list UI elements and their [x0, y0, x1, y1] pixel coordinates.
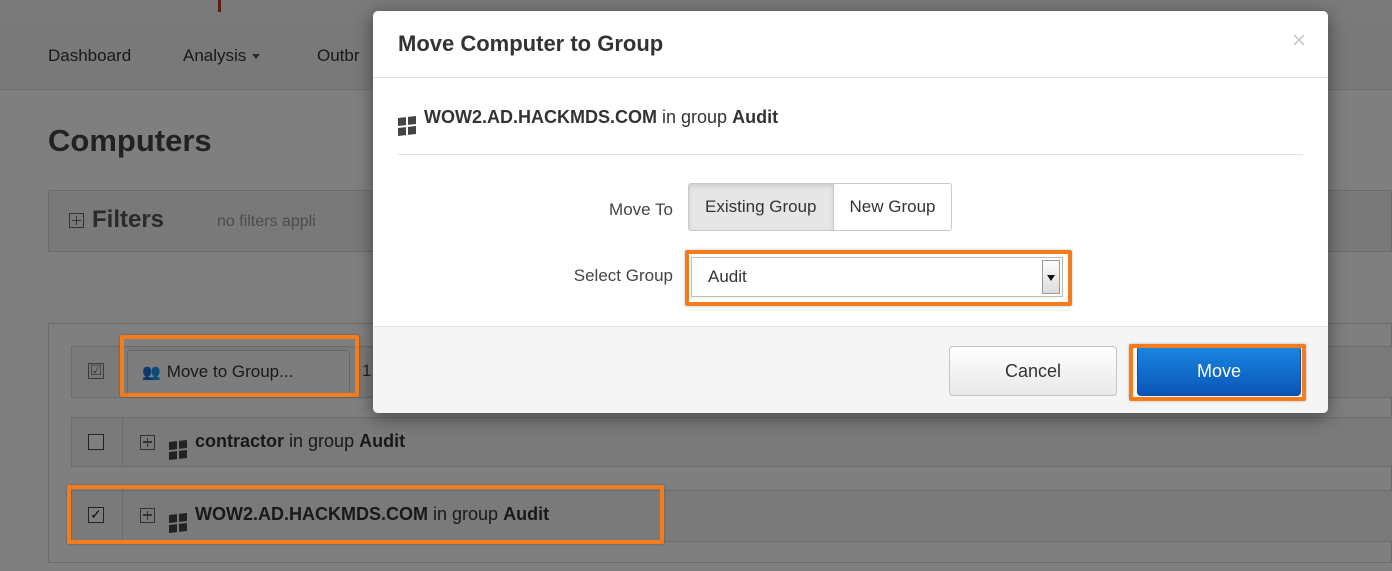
move-button[interactable]: Move: [1137, 346, 1301, 396]
modal-current-group: Audit: [732, 107, 779, 127]
modal-divider: [398, 154, 1303, 155]
close-icon[interactable]: ×: [1292, 29, 1306, 53]
move-to-toggle: Existing Group New Group: [688, 183, 953, 231]
select-group-value: Audit: [708, 267, 747, 286]
modal-title: Move Computer to Group: [398, 31, 664, 56]
modal-header: Move Computer to Group ×: [373, 11, 1328, 78]
move-to-label: Move To: [609, 200, 673, 219]
selected-computer: WOW2.AD.HACKMDS.COM in group Audit: [398, 107, 779, 136]
dropdown-arrow-icon[interactable]: [1042, 260, 1060, 294]
existing-group-option[interactable]: Existing Group: [689, 184, 834, 230]
move-computer-modal: Move Computer to Group × WOW2.AD.HACKMDS…: [373, 11, 1328, 413]
new-group-option[interactable]: New Group: [833, 184, 952, 230]
modal-footer: Cancel Move: [373, 326, 1328, 413]
cancel-button[interactable]: Cancel: [949, 346, 1117, 396]
select-group-dropdown[interactable]: Audit: [691, 257, 1063, 297]
modal-in-group-text: in group: [662, 107, 728, 127]
windows-icon: [398, 116, 416, 136]
modal-computer-name: WOW2.AD.HACKMDS.COM: [424, 107, 657, 127]
select-group-label: Select Group: [573, 266, 673, 285]
